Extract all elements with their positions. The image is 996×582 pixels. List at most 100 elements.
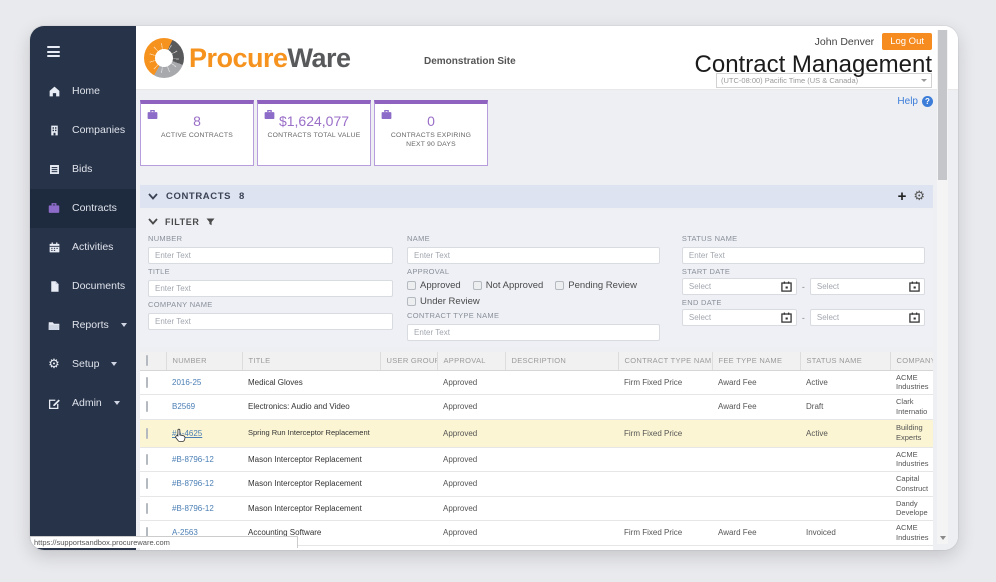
card-active-contracts: 8 ACTIVE CONTRACTS xyxy=(140,100,254,166)
table-row[interactable]: #B-8796-12 Mason Interceptor Replacement… xyxy=(140,496,933,521)
filter-company-name-input[interactable] xyxy=(148,313,393,330)
contracts-section-header: CONTRACTS 8 + ⚙ xyxy=(140,185,933,208)
sidebar-item-companies[interactable]: Companies xyxy=(30,111,136,150)
field-label: NUMBER xyxy=(148,234,393,243)
user-name: John Denver xyxy=(815,36,875,48)
checkbox-under-review[interactable]: Under Review xyxy=(407,296,480,307)
section-count: 8 xyxy=(239,191,244,202)
folder-icon xyxy=(47,318,61,332)
settings-gear-icon[interactable]: ⚙ xyxy=(913,190,925,203)
col-user-group[interactable]: USER GROUP ... xyxy=(380,352,437,370)
card-label: CONTRACTS TOTAL VALUE xyxy=(258,131,370,140)
filter-title-input[interactable] xyxy=(148,280,393,297)
col-company[interactable]: COMPANY xyxy=(890,352,933,370)
start-date-from-select[interactable]: Select xyxy=(682,278,797,295)
table-row[interactable]: #B-8796-12 Mason Interceptor Replacement… xyxy=(140,472,933,497)
contract-number-link[interactable]: B2569 xyxy=(172,402,195,411)
calendar-icon[interactable] xyxy=(909,281,920,292)
checkbox-icon xyxy=(473,281,482,290)
sidebar-item-documents[interactable]: Documents xyxy=(30,267,136,306)
filter-number-input[interactable] xyxy=(148,247,393,264)
row-checkbox[interactable] xyxy=(146,377,148,388)
col-status[interactable]: STATUS NAME xyxy=(800,352,890,370)
start-date-to-select[interactable]: Select xyxy=(810,278,925,295)
end-date-to-select[interactable]: Select xyxy=(810,309,925,326)
filter-section: FILTER NUMBER TITLE COMPANY NAME NAME xyxy=(140,210,933,347)
sidebar-item-contracts[interactable]: Contracts xyxy=(30,189,136,228)
col-approval[interactable]: APPROVAL xyxy=(437,352,505,370)
sidebar-item-activities[interactable]: Activities xyxy=(30,228,136,267)
table-row[interactable]: B2569 Electronics: Audio and Video Appro… xyxy=(140,395,933,420)
sidebar-item-setup[interactable]: ⚙ Setup xyxy=(30,345,136,384)
sidebar-item-bids[interactable]: Bids xyxy=(30,150,136,189)
row-checkbox[interactable] xyxy=(146,478,148,489)
row-checkbox[interactable] xyxy=(146,503,148,514)
scrollbar-down-arrow[interactable] xyxy=(937,532,948,544)
sidebar-item-label: Documents xyxy=(72,280,125,292)
sidebar-item-label: Admin xyxy=(72,397,102,409)
funnel-icon[interactable] xyxy=(206,218,215,226)
filter-contract-type-input[interactable] xyxy=(407,324,660,341)
table-header-row: NUMBER TITLE USER GROUP ... APPROVAL DES… xyxy=(140,352,933,370)
contract-number-link[interactable]: #B-8796-12 xyxy=(172,504,214,513)
briefcase-icon xyxy=(47,201,61,215)
field-label: CONTRACT TYPE NAME xyxy=(407,311,660,320)
calendar-icon[interactable] xyxy=(781,312,792,323)
list-icon xyxy=(47,162,61,176)
brand-swirl-icon xyxy=(144,38,184,78)
col-fee-type[interactable]: FEE TYPE NAME xyxy=(712,352,800,370)
calendar-icon[interactable] xyxy=(781,281,792,292)
contract-number-link[interactable]: #B-8796-12 xyxy=(172,479,214,488)
table-row[interactable]: 2016-25 Medical Gloves Approved Firm Fix… xyxy=(140,370,933,395)
row-checkbox[interactable] xyxy=(146,401,148,412)
menu-icon[interactable] xyxy=(47,46,61,60)
calendar-icon[interactable] xyxy=(909,312,920,323)
field-label: START DATE xyxy=(682,267,925,276)
summary-cards: 8 ACTIVE CONTRACTS $1,624,077 CONTRACTS … xyxy=(140,100,488,166)
col-description[interactable]: DESCRIPTION xyxy=(505,352,618,370)
chevron-down-icon xyxy=(921,79,927,82)
briefcase-icon xyxy=(380,108,393,126)
edit-icon xyxy=(47,396,61,410)
col-contract-type[interactable]: CONTRACT TYPE NAME xyxy=(618,352,712,370)
col-number[interactable]: NUMBER xyxy=(166,352,242,370)
contract-number-link[interactable]: 2016-25 xyxy=(172,378,201,387)
building-icon xyxy=(47,123,61,137)
add-contract-button[interactable]: + xyxy=(898,189,907,204)
briefcase-icon xyxy=(146,108,159,126)
sidebar-item-home[interactable]: Home xyxy=(30,72,136,111)
card-label: ACTIVE CONTRACTS xyxy=(141,131,253,140)
contract-number-link[interactable]: #B-8796-12 xyxy=(172,455,214,464)
main-area: ProcureWare Demonstration Site John Denv… xyxy=(136,26,958,550)
link-preview-statusbar: https://supportsandbox.procureware.com xyxy=(30,536,298,548)
filter-name-input[interactable] xyxy=(407,247,660,264)
filter-status-name-input[interactable] xyxy=(682,247,925,264)
row-checkbox[interactable] xyxy=(146,428,148,439)
sidebar-item-label: Bids xyxy=(72,163,92,175)
table-row-highlighted[interactable]: #A-4625 Spring Run Interceptor Replaceme… xyxy=(140,419,933,447)
help-link[interactable]: Help ? xyxy=(897,96,933,107)
sidebar-item-label: Contracts xyxy=(72,202,117,214)
sidebar-item-admin[interactable]: Admin xyxy=(30,384,136,423)
row-checkbox[interactable] xyxy=(146,454,148,465)
checkbox-not-approved[interactable]: Not Approved xyxy=(473,280,544,291)
field-label: TITLE xyxy=(148,267,393,276)
vertical-scrollbar[interactable] xyxy=(937,30,948,544)
checkbox-icon[interactable] xyxy=(146,355,148,366)
brand-logo[interactable]: ProcureWare xyxy=(144,38,351,78)
field-label: APPROVAL xyxy=(407,267,660,276)
select-all-header[interactable] xyxy=(140,352,166,370)
collapse-chevron-icon[interactable] xyxy=(148,193,158,200)
logout-button[interactable]: Log Out xyxy=(882,33,932,50)
caret-down-icon xyxy=(114,401,120,405)
col-title[interactable]: TITLE xyxy=(242,352,380,370)
sidebar-item-reports[interactable]: Reports xyxy=(30,306,136,345)
checkbox-pending-review[interactable]: Pending Review xyxy=(555,280,637,291)
table-row[interactable]: #B-8796-12 Mason Interceptor Replacement… xyxy=(140,447,933,472)
checkbox-approved[interactable]: Approved xyxy=(407,280,461,291)
page-title: Contract Management xyxy=(695,51,932,79)
scrollbar-thumb[interactable] xyxy=(938,30,947,180)
end-date-from-select[interactable]: Select xyxy=(682,309,797,326)
contract-number-link[interactable]: #A-4625 xyxy=(172,429,202,438)
filter-collapse-chevron-icon[interactable] xyxy=(148,218,158,225)
